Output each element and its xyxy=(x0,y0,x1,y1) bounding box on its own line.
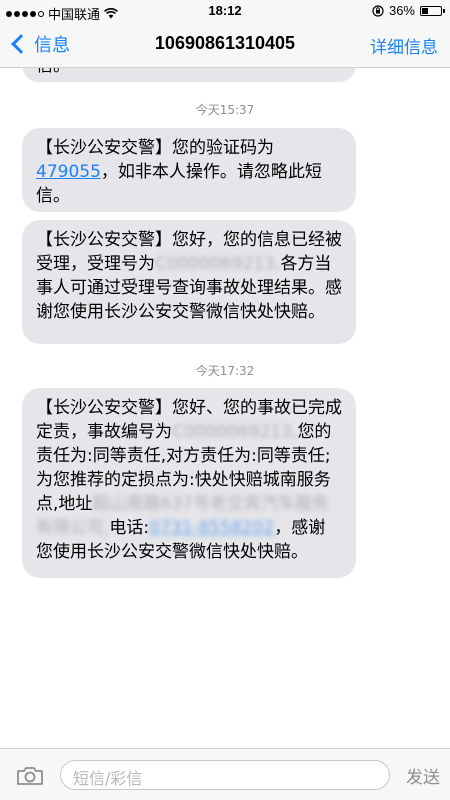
status-bar: 中国联通 18:12 36% xyxy=(0,0,450,22)
redacted-text: C0000069213, xyxy=(172,422,298,442)
message-bubble: 【长沙公安交警】您好、您的事故已完成定责，事故编号为C0000069213,您的… xyxy=(22,388,356,578)
timestamp: 今天15:37 xyxy=(195,103,255,117)
input-bar: 短信/彩信 发送 xyxy=(0,748,450,800)
message-input[interactable]: 短信/彩信 xyxy=(60,760,390,790)
redacted-phone-link[interactable]: 0731-8558202 xyxy=(149,518,274,538)
camera-button[interactable] xyxy=(16,766,44,786)
message-bubble: 【长沙公安交警】您的验证码为479055，如非本人操作。请忽略此短信。 xyxy=(22,128,356,212)
message-list[interactable]: 信。 今天15:37 【长沙公安交警】您的验证码为479055，如非本人操作。请… xyxy=(0,68,450,748)
battery-icon xyxy=(420,5,445,16)
camera-icon xyxy=(17,767,43,785)
message-text: 信。 xyxy=(36,68,70,78)
message-bubble: 【长沙公安交警】您好，您的信息已经被受理，受理号为C0000069213,各方当… xyxy=(22,220,356,344)
timestamp: 今天17:32 xyxy=(195,364,255,378)
orientation-lock-icon xyxy=(372,4,384,17)
redacted-text: C0000069213, xyxy=(155,254,281,274)
status-right: 36% xyxy=(372,3,445,18)
message-text: 电话: xyxy=(109,518,150,538)
send-button[interactable]: 发送 xyxy=(406,763,440,788)
nav-bar: 信息 10690861310405 详细信息 xyxy=(0,22,450,68)
message-text: 【长沙公安交警】您的验证码为 xyxy=(36,138,274,158)
battery-percent: 36% xyxy=(388,3,415,18)
details-button[interactable]: 详细信息 xyxy=(370,33,438,58)
verification-code-link[interactable]: 479055 xyxy=(36,162,101,182)
message-bubble-previous: 信。 xyxy=(22,68,356,82)
